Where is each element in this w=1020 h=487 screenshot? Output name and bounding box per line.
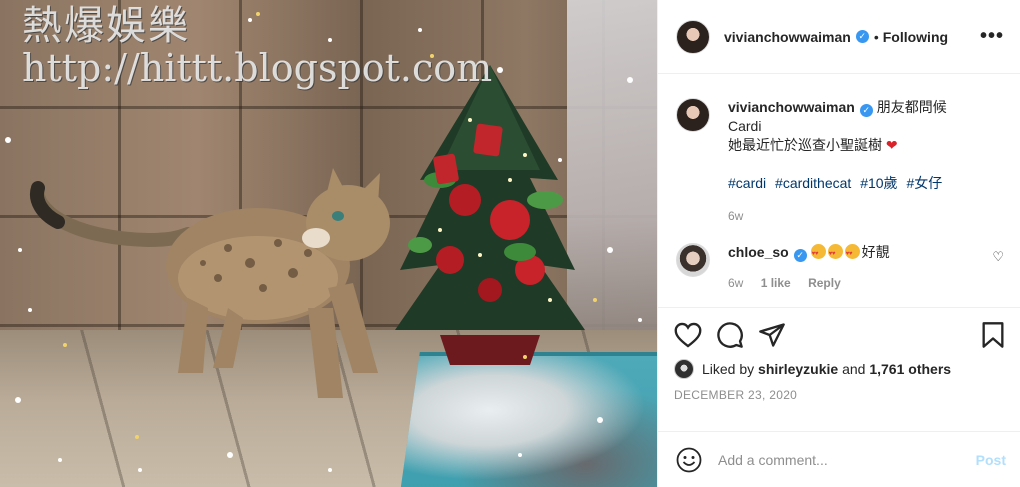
- instagram-post: 熱爆娛樂 http://hittt.blogspot.com viviancho…: [0, 0, 1020, 487]
- more-options-icon[interactable]: •••: [980, 25, 1004, 48]
- comments-section: vivianchowwaiman ✓ 朋友都問候 Cardi 她最近忙於巡查小聖誕…: [658, 74, 1020, 307]
- comment-age[interactable]: 6w: [728, 276, 743, 290]
- post-header: vivianchowwaiman ✓ • Following •••: [658, 0, 1020, 74]
- caption-username[interactable]: vivianchowwaiman: [728, 99, 855, 115]
- watermark-url: http://hittt.blogspot.com: [22, 46, 493, 90]
- hashtag-link[interactable]: #10歲: [860, 175, 897, 191]
- comment-text: 好靚: [861, 244, 890, 260]
- separator-dot: •: [873, 28, 879, 45]
- caption-line: Cardi: [728, 118, 762, 134]
- comment-like-heart-icon[interactable]: ♡: [992, 249, 1004, 265]
- action-bar: Liked by shirleyzukie and 1,761 others D…: [658, 307, 1020, 431]
- watermark-title: 熱爆娛樂: [22, 3, 190, 49]
- post-comment-button[interactable]: Post: [976, 452, 1006, 468]
- verified-badge-icon: ✓: [793, 249, 807, 262]
- comment-item: chloe_so ✓ 好靚 6w 1 like Reply ♡: [676, 243, 1004, 293]
- post-side-panel: vivianchowwaiman ✓ • Following ••• vivia…: [657, 0, 1020, 487]
- likes-count[interactable]: 1,761 others: [869, 361, 951, 377]
- comment-username[interactable]: chloe_so: [728, 244, 789, 260]
- caption: vivianchowwaiman ✓ 朋友都問候 Cardi 她最近忙於巡查小聖誕…: [676, 98, 1004, 226]
- caption-avatar[interactable]: [676, 98, 710, 132]
- add-comment-bar: Post: [658, 431, 1020, 487]
- verified-badge-icon: ✓: [855, 30, 869, 43]
- comment-bubble-icon[interactable]: [716, 321, 744, 349]
- caption-line: 朋友都問候: [876, 99, 947, 115]
- avatar[interactable]: [676, 19, 710, 54]
- caption-age[interactable]: 6w: [728, 209, 743, 223]
- verified-badge-icon: ✓: [859, 104, 873, 117]
- hashtag-link[interactable]: #女仔: [906, 175, 942, 191]
- liker-avatar[interactable]: [674, 359, 694, 379]
- heart-eyes-emoji-icon: [827, 244, 843, 264]
- hashtag-link[interactable]: #cardi: [728, 175, 766, 191]
- comment-likes[interactable]: 1 like: [761, 276, 791, 290]
- watermark: 熱爆娛樂 http://hittt.blogspot.com: [22, 4, 492, 90]
- likes-summary: Liked by shirleyzukie and 1,761 others: [674, 359, 1006, 379]
- caption-line: 她最近忙於巡查小聖誕樹: [728, 137, 882, 153]
- comment-avatar[interactable]: [676, 243, 710, 277]
- hashtag-link[interactable]: #cardithecat: [775, 175, 851, 191]
- hashtags: #cardi #cardithecat #10歲 #女仔: [728, 174, 1004, 193]
- broken-heart-emoji-icon: ❤: [885, 137, 898, 153]
- likes-prefix: Liked by: [702, 361, 755, 377]
- share-paper-plane-icon[interactable]: [758, 322, 786, 348]
- caption-meta: 6w: [728, 207, 1004, 226]
- liker-username[interactable]: shirleyzukie: [758, 361, 838, 377]
- post-date[interactable]: DECEMBER 23, 2020: [674, 388, 1006, 402]
- heart-eyes-emoji-icon: [844, 244, 860, 264]
- likes-middle: and: [842, 361, 866, 377]
- header-username[interactable]: vivianchowwaiman: [724, 29, 851, 45]
- reply-button[interactable]: Reply: [808, 276, 841, 290]
- following-button[interactable]: Following: [883, 29, 948, 45]
- heart-eyes-emoji-icon: [810, 244, 826, 264]
- post-photo[interactable]: 熱爆娛樂 http://hittt.blogspot.com: [0, 0, 657, 487]
- add-comment-input[interactable]: [718, 451, 976, 468]
- comment-meta: 6w 1 like Reply: [728, 274, 984, 293]
- emoji-icon[interactable]: [676, 447, 702, 473]
- save-bookmark-icon[interactable]: [980, 321, 1006, 349]
- like-heart-icon[interactable]: [674, 322, 702, 348]
